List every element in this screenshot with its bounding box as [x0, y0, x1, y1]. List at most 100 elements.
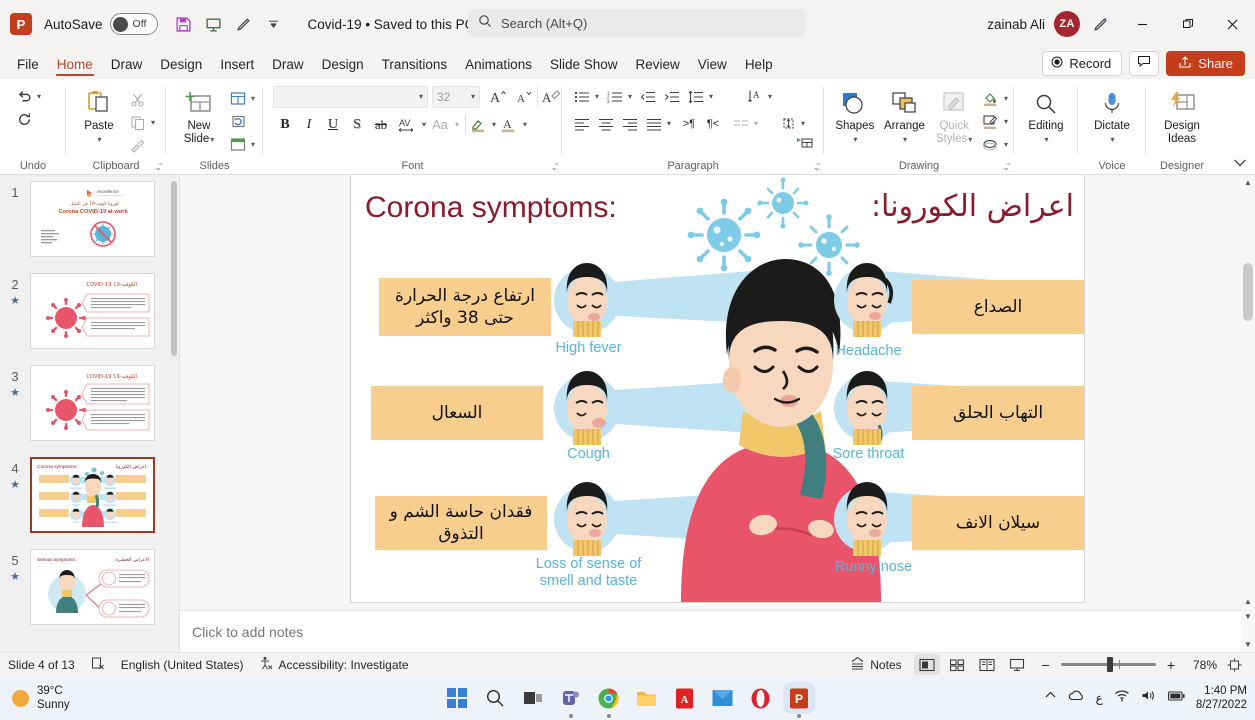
dictate-button[interactable]: Dictate ▾ [1085, 85, 1139, 146]
tab-design-2[interactable]: Design [313, 55, 373, 79]
columns-button[interactable] [729, 112, 753, 135]
shape-effects-dropdown-icon[interactable]: ▾ [1004, 140, 1008, 149]
notes-pane[interactable]: Click to add notes [180, 610, 1255, 652]
thumbnails-scrollbar[interactable] [170, 175, 178, 652]
shape-effects-button[interactable] [979, 133, 1003, 156]
autosave-toggle[interactable]: Off [109, 13, 158, 35]
new-slide-button[interactable]: New Slide ▾ [172, 85, 226, 146]
paste-button[interactable]: Paste ▾ [72, 85, 126, 146]
opera-icon[interactable] [748, 685, 774, 711]
record-button[interactable]: Record [1042, 51, 1123, 76]
section-dropdown-icon[interactable]: ▾ [251, 140, 255, 149]
clear-formatting-button[interactable]: A [537, 85, 563, 108]
align-right-button[interactable] [618, 112, 642, 135]
view-slide-sorter-button[interactable] [944, 654, 970, 675]
adobe-reader-icon[interactable]: A [672, 685, 698, 711]
paragraph-dialog-launcher[interactable]: ⌄⃗ [812, 162, 820, 173]
symptom-label-runny-nose[interactable]: سيلان الانف [912, 496, 1084, 550]
change-case-dropdown-icon[interactable]: ▾ [455, 120, 459, 129]
slide-counter[interactable]: Slide 4 of 13 [8, 658, 75, 672]
text-highlight-color-button[interactable] [465, 113, 491, 136]
left-to-right-button[interactable]: >¶ [677, 112, 701, 135]
text-direction-button[interactable]: A [743, 85, 767, 108]
zoom-out-button[interactable]: − [1042, 657, 1050, 673]
new-slide-dropdown-icon[interactable]: ▾ [210, 133, 214, 146]
columns-dropdown-icon[interactable]: ▾ [667, 119, 671, 128]
show-hidden-icons[interactable] [1044, 689, 1057, 707]
strikethrough-button[interactable]: ab [369, 113, 393, 136]
mail-icon[interactable] [710, 685, 736, 711]
character-spacing-button[interactable]: AV [393, 113, 421, 136]
accessibility-button[interactable]: Accessibility: Investigate [259, 656, 409, 673]
comments-button[interactable] [1129, 51, 1160, 76]
align-left-button[interactable] [570, 112, 594, 135]
thumbnail-slide-5[interactable]: 5 ★ Serious symptoms: الاعراض الخطيرة [0, 549, 179, 629]
format-painter-button[interactable] [126, 134, 150, 157]
line-spacing-dropdown-icon[interactable]: ▾ [709, 92, 713, 101]
italic-button[interactable]: I [297, 113, 321, 136]
line-spacing-button[interactable] [684, 85, 708, 108]
scroll-down-icon[interactable]: ▼ [1241, 637, 1255, 652]
font-size-dropdown-icon[interactable]: ▾ [471, 92, 475, 101]
start-button[interactable] [444, 685, 470, 711]
tab-insert[interactable]: Insert [211, 55, 263, 79]
battery-icon[interactable] [1167, 689, 1185, 707]
editing-dropdown-icon[interactable]: ▾ [1044, 133, 1048, 146]
view-slideshow-button[interactable] [1004, 654, 1030, 675]
increase-font-size-button[interactable]: A [485, 85, 511, 108]
justify-button[interactable] [642, 112, 666, 135]
quick-styles-button[interactable]: Quick Styles ▾ [929, 85, 979, 146]
bullets-dropdown-icon[interactable]: ▾ [595, 92, 599, 101]
collapse-ribbon-button[interactable] [1233, 157, 1247, 172]
slide-title-arabic[interactable]: اعراض الكورونا: [871, 189, 1074, 224]
paste-dropdown-icon[interactable]: ▾ [97, 133, 101, 146]
ribbon-display-options-icon[interactable] [1080, 4, 1120, 44]
clock[interactable]: 1:40 PM 8/27/2022 [1196, 684, 1247, 712]
restore-button[interactable] [1165, 0, 1210, 48]
editing-button[interactable]: Editing ▾ [1020, 85, 1072, 146]
slide-title-english[interactable]: Corona symptoms: [365, 191, 617, 225]
tab-draw-2[interactable]: Draw [263, 55, 313, 79]
copy-dropdown-icon[interactable]: ▾ [151, 118, 155, 127]
zoom-level[interactable]: 78% [1187, 658, 1217, 672]
wifi-icon[interactable] [1114, 689, 1130, 707]
zoom-slider[interactable] [1060, 657, 1156, 672]
tab-transitions[interactable]: Transitions [373, 55, 457, 79]
shape-outline-dropdown-icon[interactable]: ▾ [1004, 117, 1008, 126]
numbering-dropdown-icon[interactable]: ▾ [628, 92, 632, 101]
symptom-label-loss-of-smell[interactable]: فقدان حاسة الشم و التذوق [375, 496, 547, 550]
spellcheck-button[interactable] [91, 656, 105, 673]
reset-button[interactable] [226, 110, 250, 133]
redo-button[interactable] [12, 108, 36, 131]
shapes-dropdown-icon[interactable]: ▾ [853, 133, 857, 146]
shape-fill-button[interactable] [979, 87, 1003, 110]
symptom-label-high-fever[interactable]: ارتفاع درجة الحرارة حتى 38 واكثر [379, 278, 551, 336]
increase-indent-button[interactable] [660, 85, 684, 108]
slide-vertical-scrollbar[interactable]: ▲ ▲ ▼ ▼ [1241, 175, 1255, 652]
columns-menu-icon[interactable]: ▾ [754, 119, 758, 128]
undo-button[interactable] [12, 85, 36, 108]
minimize-button[interactable] [1120, 0, 1165, 48]
undo-dropdown-icon[interactable]: ▾ [37, 92, 41, 101]
tab-home[interactable]: Home [48, 55, 102, 79]
next-slide-icon[interactable]: ▼ [1241, 609, 1255, 623]
underline-button[interactable]: U [321, 113, 345, 136]
tab-draw[interactable]: Draw [102, 55, 152, 79]
font-size-input[interactable]: 32 ▾ [432, 85, 480, 108]
language-indicator-tray[interactable]: ع [1096, 691, 1103, 705]
bullets-button[interactable] [570, 85, 594, 108]
quick-styles-dropdown-icon[interactable]: ▾ [968, 133, 972, 146]
align-text-dropdown-icon[interactable]: ▾ [801, 119, 805, 128]
start-presentation-icon[interactable] [200, 10, 228, 38]
decrease-indent-button[interactable] [636, 85, 660, 108]
slide-thumbnails-panel[interactable]: 1 excellence كورونا كوفيد-19 في العمل Co… [0, 175, 180, 652]
shape-fill-dropdown-icon[interactable]: ▾ [1004, 94, 1008, 103]
font-name-input[interactable]: ▾ [273, 85, 428, 108]
thumbnails-scrollbar-thumb[interactable] [171, 181, 177, 356]
thumbnail-slide-1[interactable]: 1 excellence كورونا كوفيد-19 في العمل Co… [0, 181, 179, 261]
shapes-button[interactable]: Shapes ▾ [830, 85, 880, 146]
layout-button[interactable] [226, 87, 250, 110]
chrome-icon[interactable] [596, 685, 622, 718]
search-icon[interactable] [482, 685, 508, 711]
clipboard-dialog-launcher[interactable]: ⌄⃗ [154, 162, 162, 173]
